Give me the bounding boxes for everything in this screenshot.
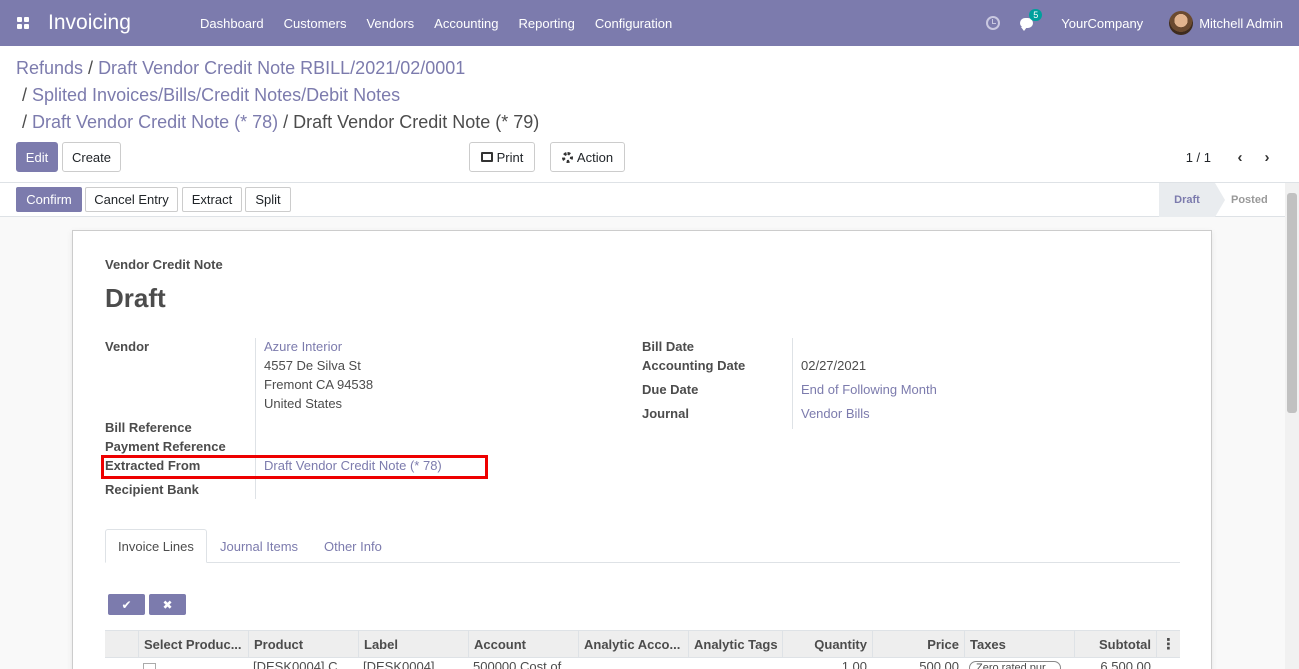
- notebook-tabs: Invoice Lines Journal Items Other Info: [105, 529, 1180, 563]
- form-sheet: Vendor Credit Note Draft Vendor Azure In…: [72, 230, 1212, 669]
- journal-label: Journal: [642, 406, 689, 421]
- breadcrumb-line-2: / Splited Invoices/Bills/Credit Notes/Deb…: [22, 85, 401, 105]
- avatar[interactable]: [1169, 11, 1194, 35]
- table-header-quantity[interactable]: Quantity: [782, 631, 872, 657]
- cell-product[interactable]: [DESK0004] C...: [248, 659, 358, 669]
- gear-icon: [561, 151, 573, 163]
- breadcrumb-credit-note-rbill[interactable]: Draft Vendor Credit Note RBILL/2021/02/0…: [98, 58, 465, 78]
- stage-posted[interactable]: Posted: [1231, 183, 1268, 217]
- menu-reporting[interactable]: Reporting: [509, 16, 585, 31]
- tab-journal-items[interactable]: Journal Items: [208, 529, 310, 563]
- document-type: Vendor Credit Note: [105, 257, 223, 272]
- highlight-box: [101, 455, 488, 479]
- pager-value[interactable]: 1 / 1: [1186, 150, 1211, 165]
- user-menu[interactable]: Mitchell Admin: [1199, 16, 1283, 31]
- print-icon: [480, 152, 493, 162]
- breadcrumb-refunds[interactable]: Refunds: [16, 58, 83, 78]
- menu-vendors[interactable]: Vendors: [356, 16, 424, 31]
- table-header-price[interactable]: Price: [872, 631, 964, 657]
- vendor-address-country: United States: [264, 396, 343, 411]
- print-label: Print: [496, 149, 524, 165]
- print-button[interactable]: Print: [469, 142, 535, 172]
- vendor-address-street: 4557 De Silva St: [264, 358, 361, 373]
- cell-account[interactable]: 500000 Cost of...: [468, 659, 578, 669]
- table-header-analytic-tags[interactable]: Analytic Tags: [688, 631, 782, 657]
- cell-quantity[interactable]: 1.00: [782, 659, 872, 669]
- control-panel: Refunds / Draft Vendor Credit Note RBILL/2…: [0, 46, 1299, 183]
- apps-menu-icon[interactable]: [0, 0, 46, 46]
- payment-reference-label: Payment Reference: [105, 439, 226, 454]
- scrollbar-thumb[interactable]: [1287, 193, 1297, 413]
- main-menu: Dashboard Customers Vendors Accounting R…: [190, 16, 682, 31]
- table-header-label[interactable]: Label: [358, 631, 468, 657]
- optional-columns-icon[interactable]: ⋮: [1156, 631, 1180, 657]
- vendor-link[interactable]: Azure Interior: [264, 339, 342, 354]
- cell-label[interactable]: [DESK0004]...: [358, 659, 468, 669]
- field-divider: [792, 338, 793, 429]
- pager-next-icon[interactable]: ›: [1261, 149, 1273, 166]
- tab-invoice-lines[interactable]: Invoice Lines: [105, 529, 207, 563]
- message-count-badge: 5: [1029, 9, 1043, 21]
- table-header-handle: [105, 631, 138, 657]
- vendor-label: Vendor: [105, 339, 150, 354]
- extract-button[interactable]: Extract: [182, 187, 242, 212]
- breadcrumb-current: Draft Vendor Credit Note (* 79): [293, 112, 540, 132]
- split-button[interactable]: Split: [245, 187, 291, 212]
- select-product-checkbox[interactable]: [143, 663, 156, 669]
- table-header-select-product[interactable]: Select Produc...: [138, 631, 248, 657]
- table-header-subtotal[interactable]: Subtotal: [1074, 631, 1156, 657]
- bill-reference-label: Bill Reference: [105, 420, 192, 435]
- table-header-analytic-account[interactable]: Analytic Acco...: [578, 631, 688, 657]
- top-navbar: Invoicing Dashboard Customers Vendors Ac…: [0, 0, 1299, 46]
- cancel-entry-button[interactable]: Cancel Entry: [85, 187, 178, 212]
- table-header-product[interactable]: Product: [248, 631, 358, 657]
- table-row[interactable]: [DESK0004] C... [DESK0004]... 500000 Cos…: [105, 659, 1180, 669]
- recipient-bank-label: Recipient Bank: [105, 482, 199, 497]
- confirm-button[interactable]: Confirm: [16, 187, 82, 212]
- page-scrollbar[interactable]: [1285, 183, 1299, 669]
- stage-draft: Draft: [1159, 183, 1225, 217]
- breadcrumb-credit-note-78[interactable]: Draft Vendor Credit Note (* 78): [32, 112, 278, 132]
- action-label: Action: [576, 149, 614, 165]
- tax-tag[interactable]: Zero rated pur...: [969, 661, 1062, 669]
- breadcrumb-line-3: / Draft Vendor Credit Note (* 78) / Draft V…: [22, 112, 540, 132]
- invoice-lines-header: Select Produc... Product Label Account A…: [105, 630, 1180, 658]
- cell-analytic-account[interactable]: [578, 659, 688, 669]
- status-bar: Confirm Cancel Entry Extract Split Draft…: [0, 183, 1299, 217]
- cell-price[interactable]: 500.00: [872, 659, 964, 669]
- activity-clock-icon[interactable]: [986, 16, 1001, 30]
- journal-link[interactable]: Vendor Bills: [801, 406, 870, 421]
- accounting-date-label: Accounting Date: [642, 358, 746, 373]
- create-button[interactable]: Create: [62, 142, 121, 172]
- due-date-label: Due Date: [642, 382, 699, 397]
- table-header-taxes[interactable]: Taxes: [964, 631, 1074, 657]
- vendor-address-city: Fremont CA 94538: [264, 377, 374, 392]
- save-lines-button[interactable]: ✔: [108, 594, 145, 615]
- breadcrumb-splited-documents[interactable]: Splited Invoices/Bills/Credit Notes/Debi…: [32, 85, 400, 105]
- menu-dashboard[interactable]: Dashboard: [190, 16, 274, 31]
- menu-configuration[interactable]: Configuration: [585, 16, 682, 31]
- table-header-account[interactable]: Account: [468, 631, 578, 657]
- discard-lines-button[interactable]: ✖: [149, 594, 186, 615]
- accounting-date-value: 02/27/2021: [801, 358, 867, 373]
- tab-other-info[interactable]: Other Info: [312, 529, 394, 563]
- menu-accounting[interactable]: Accounting: [424, 16, 508, 31]
- cell-subtotal: 6,500.00: [1100, 659, 1151, 669]
- page-title: Draft: [105, 283, 166, 313]
- pager-previous-icon[interactable]: ‹: [1234, 149, 1246, 166]
- edit-button[interactable]: Edit: [16, 142, 58, 172]
- action-button[interactable]: Action: [550, 142, 625, 172]
- messaging-menu[interactable]: 5: [1020, 9, 1043, 31]
- menu-customers[interactable]: Customers: [274, 16, 357, 31]
- breadcrumb: Refunds / Draft Vendor Credit Note RBILL/2…: [16, 58, 466, 78]
- cell-analytic-tags[interactable]: [688, 659, 782, 669]
- due-date-terms-link[interactable]: End of Following Month: [801, 382, 937, 397]
- company-switcher[interactable]: YourCompany: [1061, 16, 1143, 31]
- bill-date-label: Bill Date: [642, 339, 695, 354]
- app-name[interactable]: Invoicing: [46, 11, 190, 35]
